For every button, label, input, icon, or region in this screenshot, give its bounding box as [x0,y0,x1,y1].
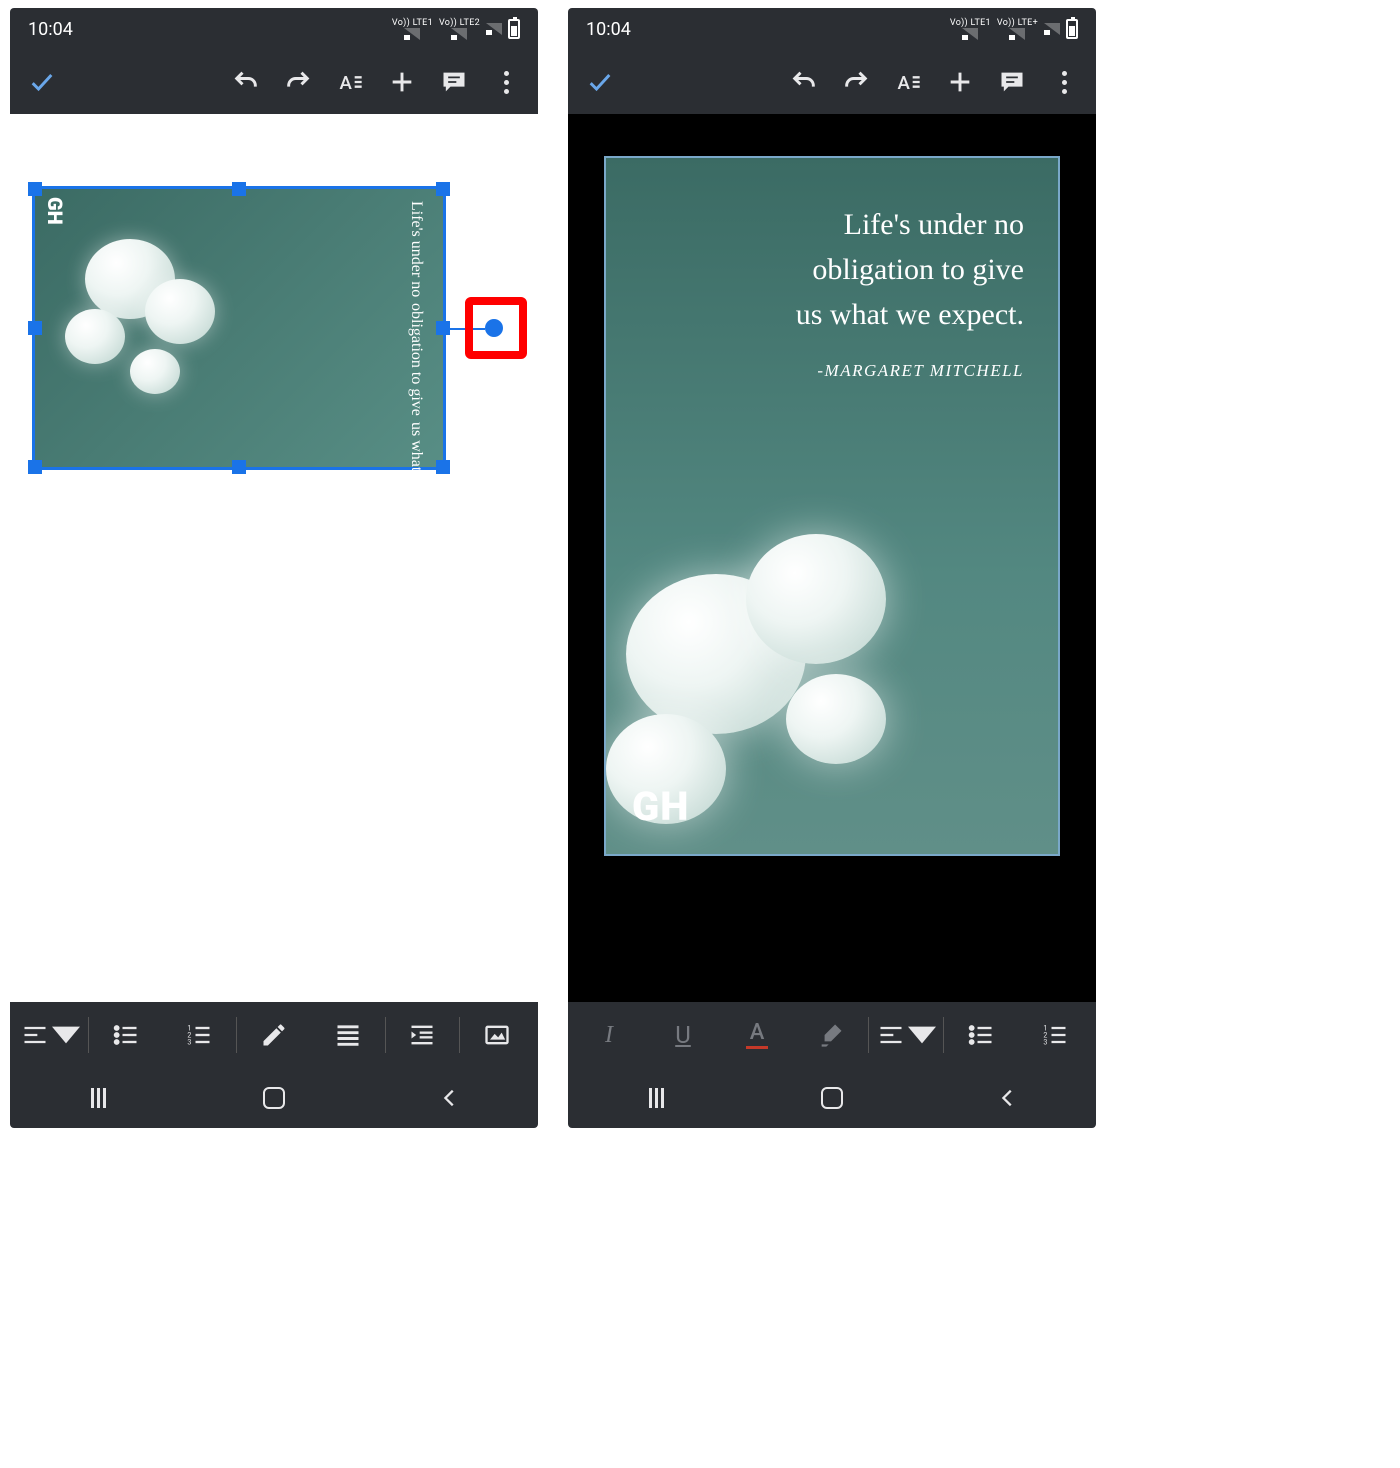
resize-handle-tr[interactable] [436,182,450,196]
status-time: 10:04 [586,19,631,40]
format-toolbar: 123 [10,1002,538,1068]
status-bar: 10:04 Vo)) LTE1 Vo)) LTE+ [568,8,1096,50]
confirm-button[interactable] [18,58,66,106]
svg-text:3: 3 [1043,1038,1047,1046]
selected-image[interactable]: Life's under no obligation to give us wh… [32,186,446,470]
battery-icon [508,19,520,39]
resize-handle-t[interactable] [232,182,246,196]
nav-home-button[interactable] [244,1078,304,1118]
image-flowers [45,219,245,419]
bullet-list-button[interactable] [89,1002,163,1068]
more-button[interactable] [1040,58,1088,106]
resize-handle-l[interactable] [28,321,42,335]
nav-back-button[interactable] [978,1078,1038,1118]
text-color-button[interactable]: A [720,1002,794,1068]
align-button[interactable] [14,1002,88,1068]
nav-recent-button[interactable] [626,1078,686,1118]
text-format-button[interactable]: A [326,58,374,106]
add-button[interactable] [378,58,426,106]
app-toolbar: A [568,50,1096,114]
align-button[interactable] [869,1002,943,1068]
svg-text:3: 3 [188,1038,192,1046]
image-quote-text: Life's under no obligation to give us wh… [389,201,425,461]
insert-image-button[interactable] [460,1002,534,1068]
annotation-highlight-box [465,297,527,359]
bullet-list-button[interactable] [944,1002,1018,1068]
underline-button[interactable]: U [646,1002,720,1068]
status-indicators: Vo)) LTE1 Vo)) LTE+ [950,19,1078,40]
numbered-list-button[interactable]: 123 [1018,1002,1092,1068]
status-bar: 10:04 Vo)) LTE1 Vo)) LTE2 [10,8,538,50]
comment-button[interactable] [430,58,478,106]
numbered-list-button[interactable]: 123 [162,1002,236,1068]
italic-button[interactable]: I [572,1002,646,1068]
redo-button[interactable] [274,58,322,106]
phone-screen-left: 10:04 Vo)) LTE1 Vo)) LTE2 A [10,8,538,1128]
nav-recent-button[interactable] [68,1078,128,1118]
add-button[interactable] [936,58,984,106]
justify-button[interactable] [311,1002,385,1068]
highlight-button[interactable] [794,1002,868,1068]
navigation-bar [10,1068,538,1128]
document-canvas[interactable]: Life's under no obligation to give us wh… [10,114,538,1002]
app-toolbar: A [10,50,538,114]
confirm-button[interactable] [576,58,624,106]
phone-screen-right: 10:04 Vo)) LTE1 Vo)) LTE+ A [568,8,1096,1128]
selected-image[interactable]: Life's under no obligation to give us wh… [604,156,1060,856]
signal-icon [1044,23,1060,35]
undo-button[interactable] [222,58,270,106]
signal-icon [486,23,502,35]
battery-icon [1066,19,1078,39]
redo-button[interactable] [832,58,880,106]
nav-back-button[interactable] [420,1078,480,1118]
resize-handle-b[interactable] [232,460,246,474]
resize-handle-bl[interactable] [28,460,42,474]
svg-text:A: A [340,72,353,94]
text-format-button[interactable]: A [884,58,932,106]
document-canvas[interactable]: Life's under no obligation to give us wh… [568,114,1096,1002]
more-button[interactable] [482,58,530,106]
status-time: 10:04 [28,19,73,40]
image-quote-text: Life's under no obligation to give us wh… [796,202,1024,381]
status-indicators: Vo)) LTE1 Vo)) LTE2 [392,19,520,40]
format-toolbar: I U A 123 [568,1002,1096,1068]
edit-button[interactable] [237,1002,311,1068]
undo-button[interactable] [780,58,828,106]
image-watermark: GH [632,783,689,830]
navigation-bar [568,1068,1096,1128]
nav-home-button[interactable] [802,1078,862,1118]
resize-handle-tl[interactable] [28,182,42,196]
indent-button[interactable] [386,1002,460,1068]
image-watermark: GH [43,197,67,225]
comment-button[interactable] [988,58,1036,106]
resize-handle-br[interactable] [436,460,450,474]
svg-text:A: A [898,72,911,94]
